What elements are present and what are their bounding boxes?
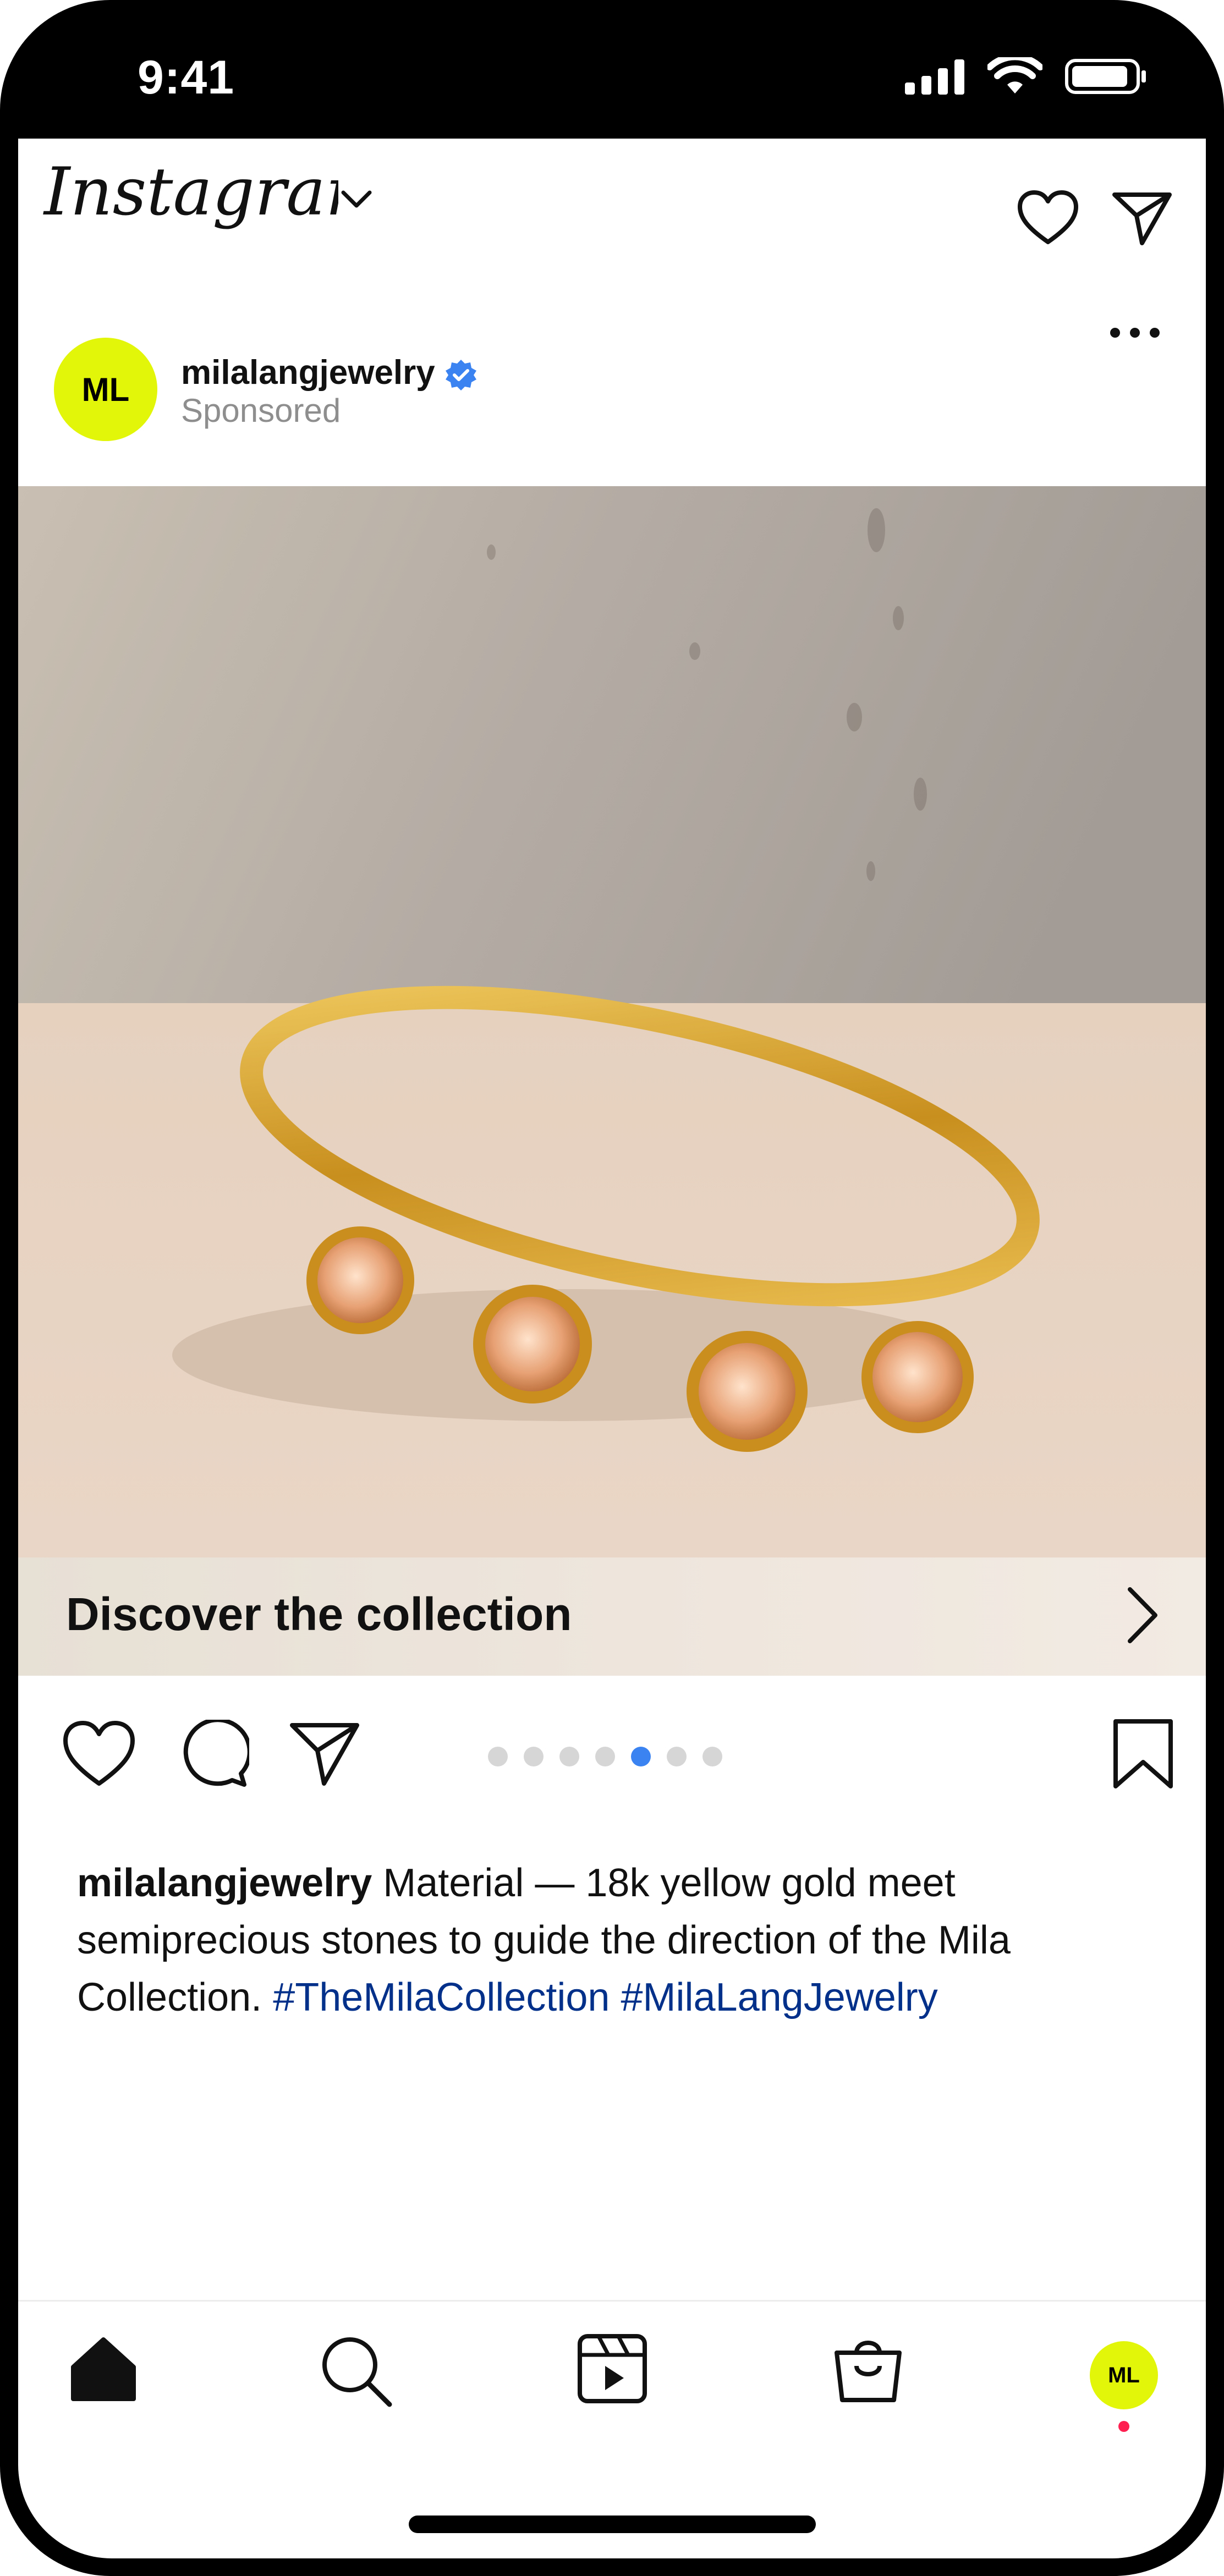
- profile-avatar[interactable]: ML: [1090, 2341, 1158, 2409]
- post-caption: milalangjewelry Material — 18k yellow go…: [77, 1854, 1155, 2026]
- chevron-right-icon[interactable]: [1123, 1585, 1162, 1645]
- carousel-dot: [702, 1747, 722, 1766]
- signal-icon: [905, 59, 964, 95]
- notification-dot: [1118, 2421, 1129, 2432]
- post-actions: [18, 1717, 1206, 1799]
- bangle-photo: [18, 486, 1206, 1557]
- bottom-nav: ML: [18, 2333, 1206, 2443]
- bookmark-icon[interactable]: [1110, 1717, 1176, 1791]
- carousel-dots: [488, 1747, 722, 1766]
- post-image[interactable]: [18, 486, 1206, 1557]
- like-icon[interactable]: [62, 1720, 136, 1788]
- phone-frame: 9:41 Instagra m: [0, 0, 1224, 2576]
- post-header[interactable]: ML milalangjewelry Sponsored: [18, 337, 1206, 447]
- share-icon[interactable]: [288, 1720, 362, 1788]
- cta-label[interactable]: Discover the collection: [66, 1588, 572, 1641]
- send-icon[interactable]: [1110, 189, 1173, 247]
- post-username[interactable]: milalangjewelry: [181, 353, 435, 392]
- nav-divider: [18, 2300, 1206, 2302]
- app-header: Instagram: [18, 139, 1206, 338]
- shop-icon[interactable]: [832, 2333, 904, 2404]
- caption-username[interactable]: milalangjewelry: [77, 1861, 372, 1905]
- instagram-logo[interactable]: Instagram: [41, 154, 338, 247]
- sponsored-label: Sponsored: [181, 392, 341, 429]
- carousel-dot: [667, 1747, 687, 1766]
- home-icon[interactable]: [68, 2333, 139, 2404]
- reels-icon[interactable]: [577, 2333, 648, 2404]
- carousel-dot: [524, 1747, 544, 1766]
- svg-text:Instagram: Instagram: [43, 154, 338, 230]
- carousel-dot-active: [631, 1747, 651, 1766]
- hashtag-link[interactable]: #MilaLangJewelry: [621, 1975, 937, 2019]
- heart-icon[interactable]: [1017, 189, 1080, 247]
- post-avatar[interactable]: ML: [54, 338, 157, 441]
- carousel-dot: [595, 1747, 615, 1766]
- battery-icon: [1065, 59, 1146, 94]
- cta-banner[interactable]: Discover the collection: [18, 1557, 1206, 1676]
- wifi-icon: [987, 57, 1042, 93]
- carousel-dot: [488, 1747, 508, 1766]
- verified-badge-icon: [446, 360, 476, 390]
- home-indicator[interactable]: [409, 2516, 816, 2533]
- carousel-dot: [559, 1747, 579, 1766]
- chevron-down-icon[interactable]: [340, 188, 373, 210]
- comment-icon[interactable]: [175, 1720, 249, 1788]
- search-icon[interactable]: [318, 2333, 395, 2410]
- status-time: 9:41: [138, 51, 235, 104]
- hashtag-link[interactable]: #TheMilaCollection: [273, 1975, 610, 2019]
- status-icons: [905, 57, 1147, 96]
- screen: Instagram ML milalangjewelry: [18, 139, 1206, 2558]
